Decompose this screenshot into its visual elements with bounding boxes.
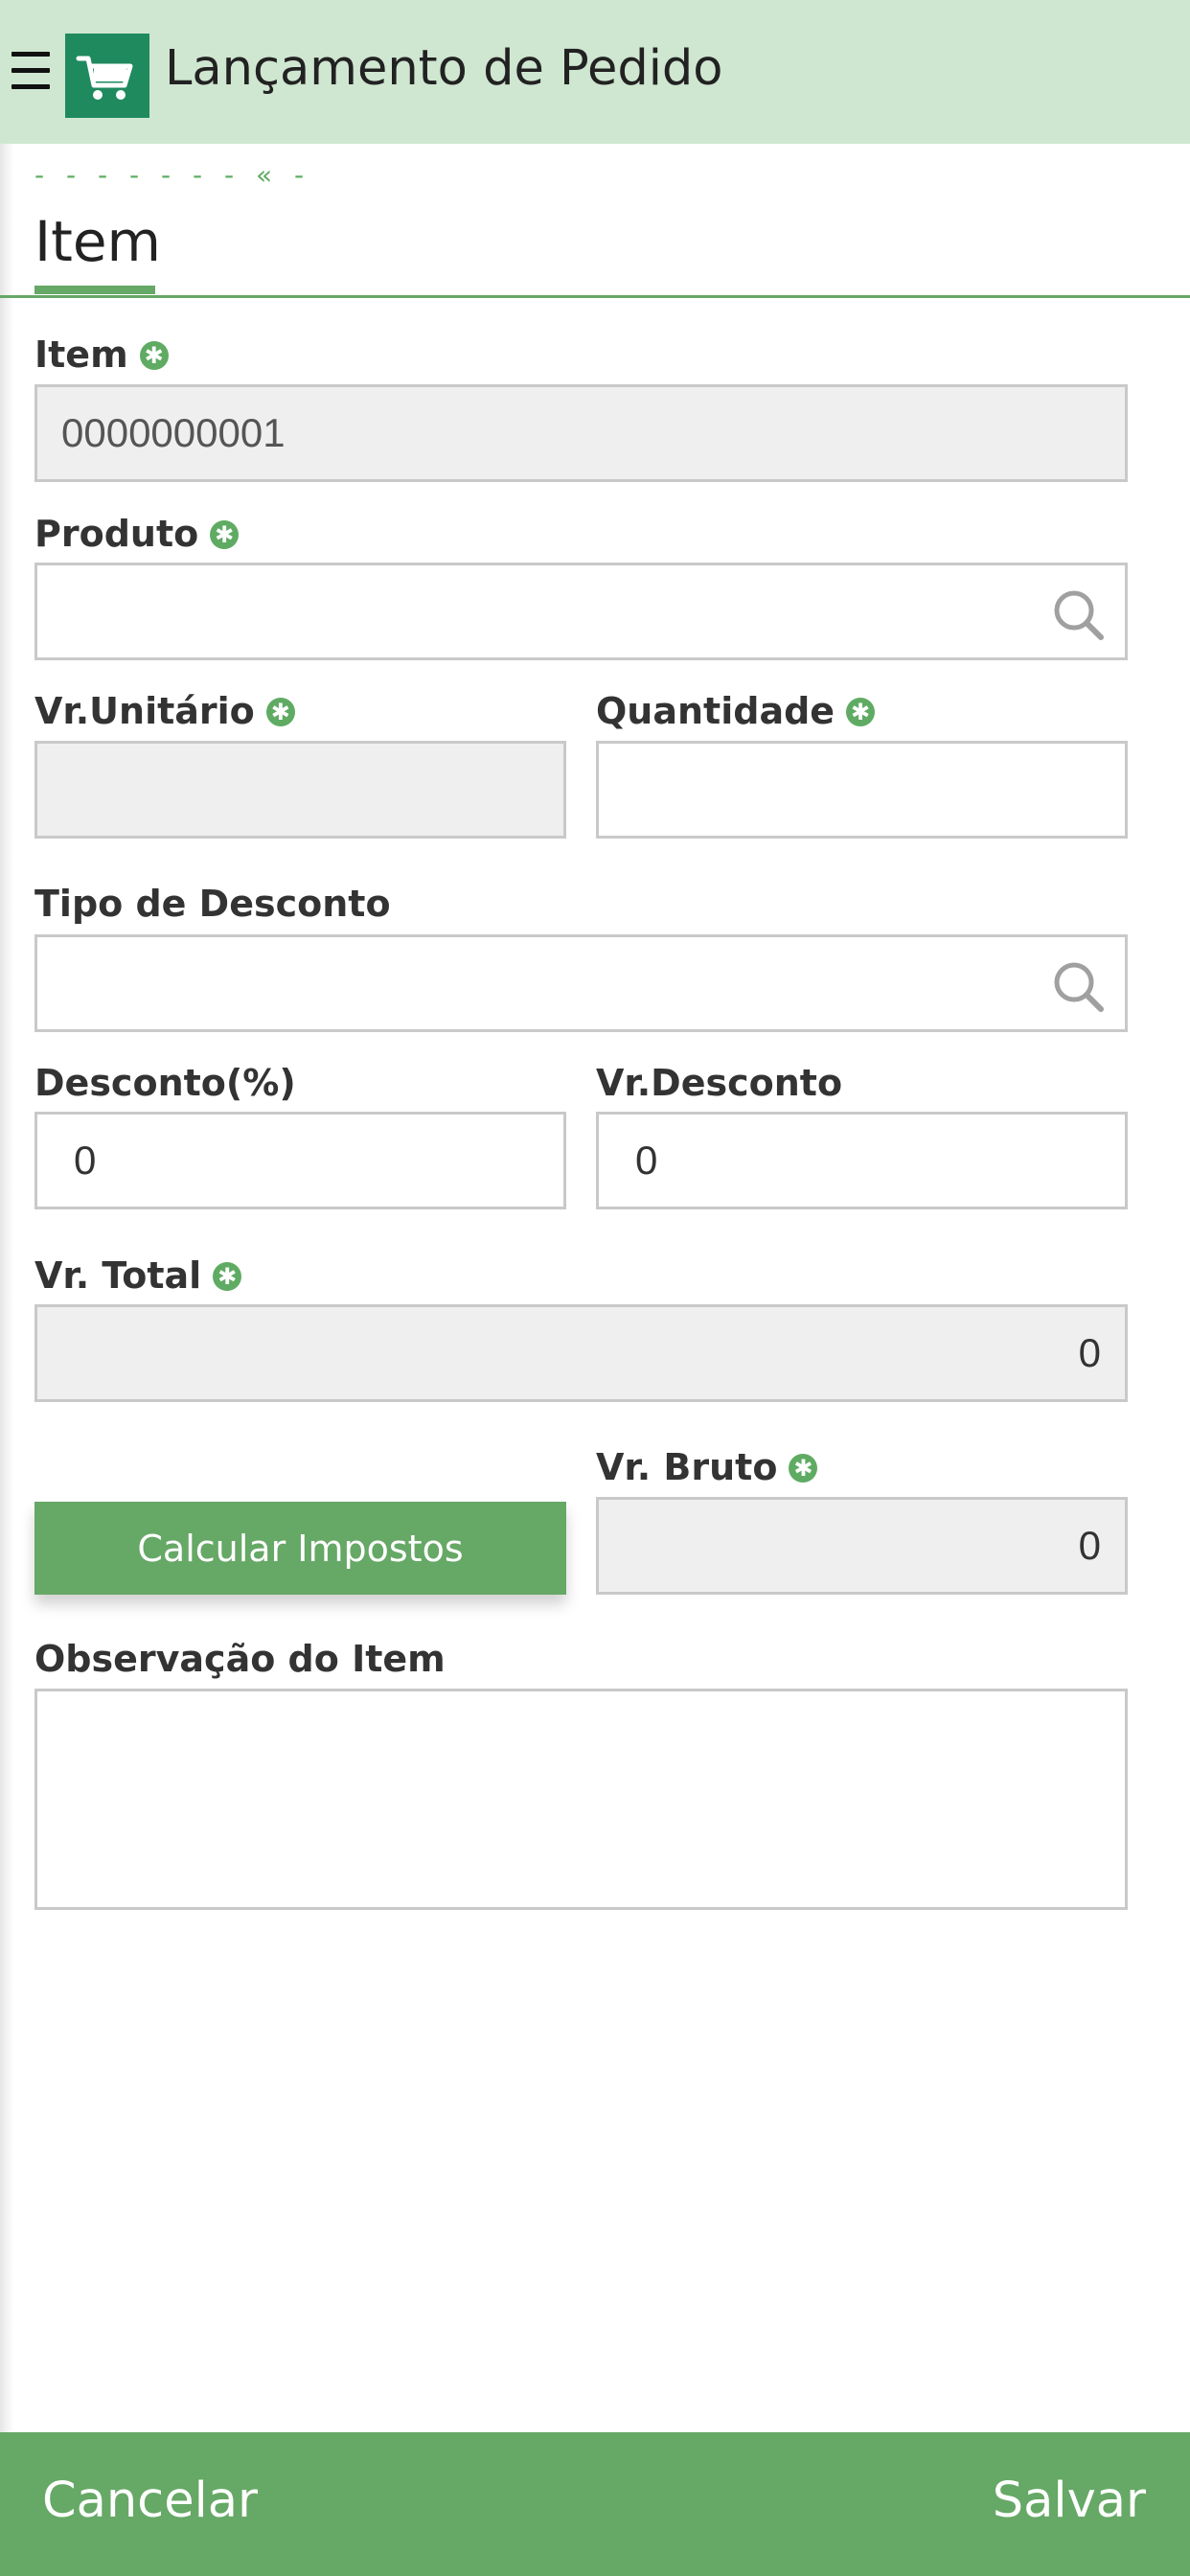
item-field[interactable]: 0000000001 bbox=[34, 384, 1128, 482]
vr-total-label: Vr. Total ✱ bbox=[34, 1254, 242, 1297]
desconto-pct-label-text: Desconto(%) bbox=[34, 1062, 296, 1104]
vr-bruto-label-text: Vr. Bruto bbox=[596, 1446, 778, 1488]
desconto-pct-field[interactable]: 0 bbox=[34, 1112, 566, 1209]
produto-field[interactable] bbox=[34, 563, 1128, 660]
vr-bruto-label: Vr. Bruto ✱ bbox=[596, 1446, 818, 1488]
vr-bruto-value: 0 bbox=[1078, 1523, 1101, 1568]
vr-unitario-label: Vr.Unitário ✱ bbox=[34, 690, 295, 732]
vr-desconto-value: 0 bbox=[635, 1138, 658, 1183]
produto-label-text: Produto bbox=[34, 513, 199, 555]
hamburger-menu-icon[interactable] bbox=[11, 52, 50, 92]
tipo-desconto-label: Tipo de Desconto bbox=[34, 883, 391, 925]
vr-unitario-field[interactable] bbox=[34, 741, 566, 839]
shopping-cart-icon bbox=[65, 34, 149, 118]
required-icon: ✱ bbox=[846, 698, 876, 726]
desconto-pct-value: 0 bbox=[74, 1138, 97, 1183]
quantidade-field[interactable] bbox=[596, 741, 1128, 839]
tipo-desconto-field[interactable] bbox=[34, 934, 1128, 1032]
quantidade-label: Quantidade ✱ bbox=[596, 690, 876, 732]
item-value: 0000000001 bbox=[61, 410, 286, 455]
vr-total-value: 0 bbox=[1078, 1330, 1101, 1375]
vr-total-label-text: Vr. Total bbox=[34, 1254, 202, 1297]
left-edge-shadow bbox=[0, 144, 13, 2432]
vr-desconto-label-text: Vr.Desconto bbox=[596, 1062, 843, 1104]
vr-unitario-label-text: Vr.Unitário bbox=[34, 690, 255, 732]
required-icon: ✱ bbox=[265, 698, 295, 726]
vr-bruto-field[interactable]: 0 bbox=[596, 1497, 1128, 1595]
app-title: Lançamento de Pedido bbox=[165, 40, 723, 97]
tipo-desconto-label-text: Tipo de Desconto bbox=[34, 883, 391, 925]
search-icon[interactable] bbox=[1050, 586, 1106, 642]
vr-desconto-field[interactable]: 0 bbox=[596, 1112, 1128, 1209]
required-icon: ✱ bbox=[139, 341, 169, 370]
item-label-text: Item bbox=[34, 334, 128, 376]
observacao-label: Observação do Item bbox=[34, 1638, 446, 1680]
observacao-textarea[interactable] bbox=[34, 1689, 1128, 1910]
cancel-button[interactable]: Cancelar bbox=[42, 2472, 258, 2529]
search-icon[interactable] bbox=[1050, 958, 1106, 1014]
save-button[interactable]: Salvar bbox=[993, 2472, 1146, 2529]
required-icon: ✱ bbox=[210, 520, 240, 549]
required-icon: ✱ bbox=[213, 1262, 242, 1291]
vr-total-field[interactable]: 0 bbox=[34, 1304, 1128, 1402]
tab-item[interactable]: Item bbox=[34, 209, 161, 274]
calcular-impostos-button[interactable]: Calcular Impostos bbox=[34, 1502, 566, 1595]
observacao-label-text: Observação do Item bbox=[34, 1638, 446, 1680]
required-icon: ✱ bbox=[789, 1454, 818, 1483]
desconto-pct-label: Desconto(%) bbox=[34, 1062, 296, 1104]
produto-label: Produto ✱ bbox=[34, 513, 240, 555]
app-header: Lançamento de Pedido bbox=[0, 0, 1190, 144]
tab-active-indicator bbox=[34, 286, 155, 294]
vr-desconto-label: Vr.Desconto bbox=[596, 1062, 842, 1104]
breadcrumb[interactable]: - - - - - - - « - bbox=[34, 159, 310, 191]
tab-divider bbox=[0, 295, 1190, 298]
footer-action-bar: Cancelar Salvar bbox=[0, 2432, 1190, 2576]
quantidade-label-text: Quantidade bbox=[596, 690, 835, 732]
item-label: Item ✱ bbox=[34, 334, 169, 376]
